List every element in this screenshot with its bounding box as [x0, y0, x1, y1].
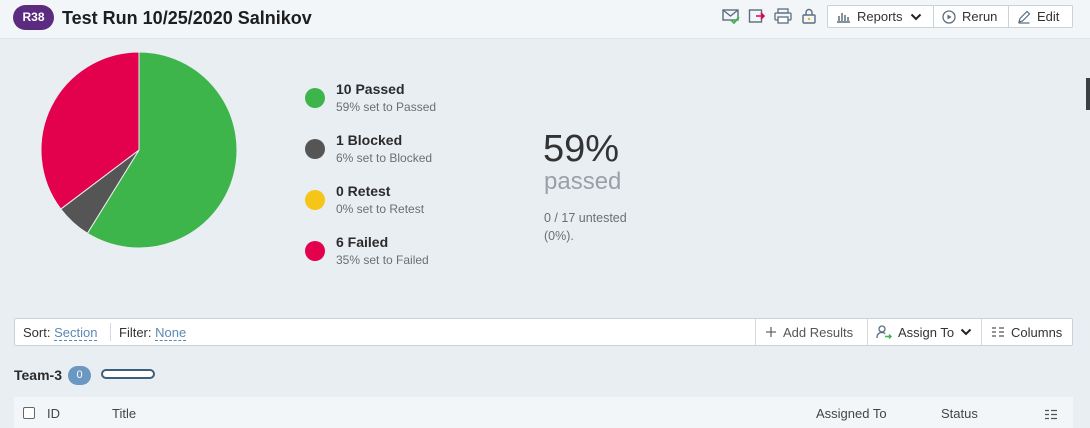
legend-dot [305, 241, 325, 261]
column-settings-icon[interactable] [1045, 407, 1057, 425]
legend-label: 10 Passed [336, 81, 405, 97]
sort-value-link[interactable]: Section [54, 325, 98, 341]
scrollbar-thumb[interactable] [1086, 78, 1090, 110]
reports-label: Reports [857, 9, 903, 24]
plus-icon [766, 327, 776, 337]
group-progress-bar [101, 369, 155, 379]
chevron-down-icon [910, 13, 921, 20]
filter-value-link[interactable]: None [155, 325, 187, 341]
lock-icon[interactable] [800, 7, 818, 25]
assign-user-icon [876, 325, 892, 339]
legend-label: 1 Blocked [336, 132, 403, 148]
untested-count: 0 / 17 untested [544, 211, 627, 225]
status-pie-chart [40, 51, 238, 249]
legend-sub: 35% set to Failed [336, 253, 429, 267]
untested-summary: 0 / 17 untested (0%). [544, 209, 627, 245]
table-header: ID Title Assigned To Status [14, 397, 1073, 428]
rerun-button[interactable]: Rerun [934, 6, 1009, 27]
group-count-badge: 0 [68, 366, 91, 385]
untested-percent: (0%). [544, 229, 574, 243]
run-badge: R38 [13, 5, 54, 30]
legend-label: 0 Retest [336, 183, 391, 199]
filter-control: Filter: None [119, 325, 187, 341]
passed-percent: 59% [543, 128, 620, 170]
play-circle-icon [942, 9, 956, 24]
rerun-label: Rerun [962, 9, 998, 24]
add-results-button[interactable]: Add Results [755, 319, 867, 345]
legend-dot [305, 139, 325, 159]
legend-dot [305, 190, 325, 210]
filter-label: Filter: [119, 325, 152, 340]
divider [110, 323, 111, 341]
page-header: R38 Test Run 10/25/2020 Salnikov Reports… [0, 0, 1090, 39]
group-title[interactable]: Team-3 [14, 367, 62, 383]
pencil-icon [1018, 10, 1031, 24]
legend-sub: 59% set to Passed [336, 100, 437, 114]
results-toolbar: Sort: Section Filter: None Add Results A… [14, 318, 1073, 346]
column-header-assigned-to[interactable]: Assigned To [816, 406, 887, 421]
bar-chart-icon [837, 12, 850, 23]
edit-button[interactable]: Edit [1009, 6, 1072, 27]
column-header-id[interactable]: ID [47, 406, 60, 421]
legend-dot [305, 88, 325, 108]
columns-button[interactable]: Columns [981, 319, 1073, 345]
columns-icon [992, 327, 1004, 337]
chevron-down-icon [960, 328, 972, 336]
print-icon[interactable] [774, 7, 792, 25]
sort-label: Sort: [23, 325, 51, 340]
email-check-icon[interactable] [722, 7, 740, 25]
legend-label: 6 Failed [336, 234, 389, 250]
column-header-status[interactable]: Status [941, 406, 978, 421]
reports-button[interactable]: Reports [828, 6, 934, 27]
export-icon[interactable] [748, 7, 766, 25]
passed-word: passed [544, 168, 622, 195]
header-button-group: Reports Rerun Edit [827, 5, 1073, 28]
legend-sub: 0% set to Retest [336, 202, 425, 216]
legend-sub: 6% set to Blocked [336, 151, 433, 165]
page-title: Test Run 10/25/2020 Salnikov [62, 8, 312, 28]
columns-label: Columns [1011, 324, 1063, 340]
column-header-title[interactable]: Title [112, 406, 136, 421]
edit-label: Edit [1037, 9, 1060, 24]
assign-to-label: Assign To [898, 324, 955, 340]
select-all-checkbox[interactable] [23, 407, 35, 419]
sort-control: Sort: Section [23, 325, 98, 341]
assign-to-button[interactable]: Assign To [867, 319, 981, 345]
add-results-label: Add Results [783, 324, 854, 340]
